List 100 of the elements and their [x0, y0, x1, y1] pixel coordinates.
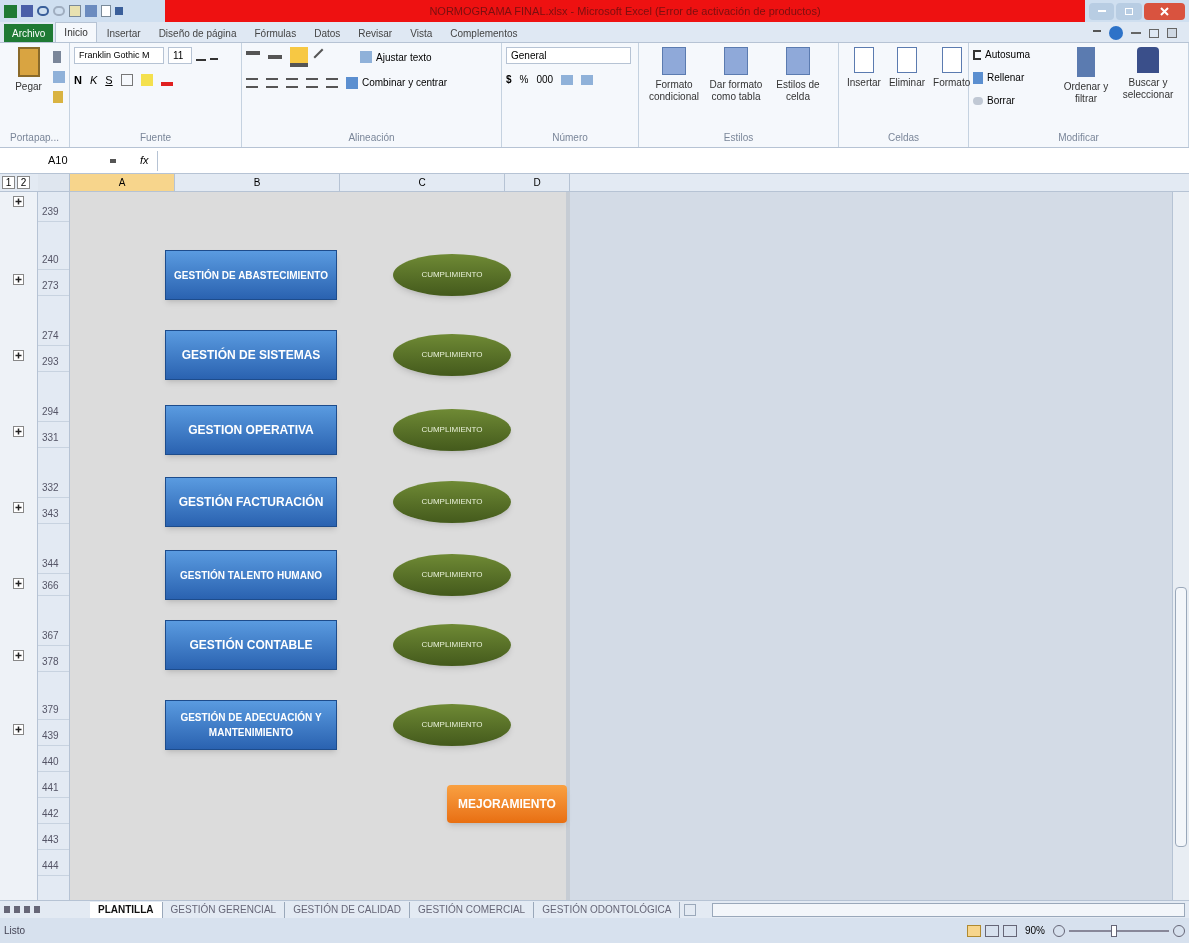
name-box[interactable]: A10	[0, 150, 110, 171]
expand-group-icon[interactable]	[13, 650, 24, 661]
restore-icon	[1149, 28, 1159, 38]
outline-level-button[interactable]: 1	[2, 176, 15, 189]
row-number: 240	[42, 253, 59, 267]
status-button[interactable]: CUMPLIMIENTO	[393, 334, 511, 376]
cells-button[interactable]: Eliminar	[884, 47, 930, 89]
thousands-button[interactable]: 000	[536, 72, 554, 87]
cells-button[interactable]: Formato	[929, 47, 975, 89]
process-button[interactable]: GESTION OPERATIVA	[165, 405, 337, 455]
style-button[interactable]: Formato condicional	[643, 47, 705, 103]
sheet-tab[interactable]: GESTIÓN DE CALIDAD	[285, 901, 410, 918]
ribbon-tab[interactable]: Insertar	[98, 24, 149, 42]
ribbon-tab[interactable]: Archivo	[4, 24, 54, 42]
status-text: Listo	[4, 924, 26, 938]
status-button[interactable]: CUMPLIMIENTO	[393, 554, 511, 596]
expand-group-icon[interactable]	[13, 350, 24, 361]
row-number: 344	[42, 557, 59, 571]
group-label: Modificar	[1057, 131, 1100, 145]
row-number: 294	[42, 405, 59, 419]
status-button[interactable]: CUMPLIMIENTO	[393, 704, 511, 746]
group-label: Fuente	[138, 131, 173, 145]
process-button[interactable]: GESTIÓN DE ADECUACIÓN Y MANTENIMIENTO	[165, 700, 337, 750]
row-number: 367	[42, 629, 59, 643]
bold-button[interactable]: N	[74, 72, 82, 89]
close-button[interactable]	[1143, 2, 1185, 20]
expand-group-icon[interactable]	[13, 724, 24, 735]
process-button[interactable]: GESTIÓN FACTURACIÓN	[165, 477, 337, 527]
ribbon-tab[interactable]: Revisar	[350, 24, 401, 42]
merge-center-button[interactable]: Combinar y centrar	[346, 75, 448, 90]
autosum-button[interactable]: Autosuma	[973, 47, 1055, 62]
sheet-tab[interactable]: PLANTILLA	[90, 901, 163, 918]
row-number: 443	[42, 833, 59, 847]
expand-group-icon[interactable]	[13, 578, 24, 589]
status-button[interactable]: CUMPLIMIENTO	[393, 409, 511, 451]
group-label: Alineación	[347, 131, 396, 145]
font-size-field[interactable]: 11	[168, 47, 192, 64]
status-button[interactable]: CUMPLIMIENTO	[393, 254, 511, 296]
ribbon-tab[interactable]: Inicio	[55, 22, 97, 42]
zoom-level[interactable]: 90%	[1025, 923, 1045, 938]
ribbon-tab[interactable]: Vista	[402, 24, 441, 42]
process-button[interactable]: GESTIÓN DE ABASTECIMIENTO	[165, 250, 337, 300]
process-button[interactable]: GESTIÓN CONTABLE	[165, 620, 337, 670]
group-label: Estilos	[722, 131, 755, 145]
wrap-text-button[interactable]: Ajustar texto	[360, 49, 432, 65]
sheet-tab[interactable]: GESTIÓN ODONTOLÓGICA	[534, 901, 681, 918]
ribbon-tab[interactable]: Datos	[306, 24, 349, 42]
expand-group-icon[interactable]	[13, 426, 24, 437]
column-header[interactable]: B	[175, 174, 340, 191]
row-number: 378	[42, 655, 59, 669]
cells-button[interactable]: Insertar	[843, 47, 885, 89]
row-number: 331	[42, 431, 59, 445]
expand-group-icon[interactable]	[13, 196, 24, 207]
function-label[interactable]: fx	[140, 152, 149, 169]
horizontal-scrollbar[interactable]	[712, 902, 1185, 917]
group-label: Portapap...	[9, 131, 60, 145]
ribbon-tab[interactable]: Complementos	[442, 24, 526, 42]
row-number: 441	[42, 781, 59, 795]
status-button[interactable]: CUMPLIMIENTO	[393, 481, 511, 523]
expand-group-icon[interactable]	[13, 274, 24, 285]
row-number: 332	[42, 481, 59, 495]
italic-button[interactable]: K	[89, 72, 98, 89]
row-number: 439	[42, 729, 59, 743]
font-name-field[interactable]: Franklin Gothic M	[74, 47, 164, 64]
row-number: 343	[42, 507, 59, 521]
underline-button[interactable]: S	[105, 72, 113, 89]
row-number: 442	[42, 807, 59, 821]
row-number: 379	[42, 703, 59, 717]
row-number: 366	[42, 579, 59, 593]
column-header[interactable]: D	[505, 174, 570, 191]
style-button[interactable]: Dar formato como tabla	[705, 47, 767, 103]
group-label: Celdas	[886, 131, 921, 145]
group-label: Número	[551, 131, 589, 145]
process-button[interactable]: GESTIÓN TALENTO HUMANO	[165, 550, 337, 600]
slider-thumb[interactable]	[1111, 924, 1117, 937]
row-number: 444	[42, 859, 59, 873]
find-select-button[interactable]: Buscar y seleccionar	[1117, 47, 1179, 101]
number-format-field[interactable]: General	[506, 47, 631, 64]
clear-button[interactable]: Borrar	[973, 93, 1055, 108]
expand-group-icon[interactable]	[13, 502, 24, 513]
vertical-scrollbar[interactable]	[1172, 192, 1189, 900]
sheet-tab[interactable]: GESTIÓN COMERCIAL	[409, 901, 535, 918]
process-button[interactable]: GESTIÓN DE SISTEMAS	[165, 330, 337, 380]
currency-button[interactable]: $	[506, 72, 512, 87]
column-header[interactable]: A	[70, 174, 175, 191]
outline-level-button[interactable]: 2	[17, 176, 30, 189]
ribbon-tab[interactable]: Diseño de página	[150, 24, 245, 42]
status-button[interactable]: CUMPLIMIENTO	[393, 624, 511, 666]
sheet-tab[interactable]: GESTIÓN GERENCIAL	[162, 901, 286, 918]
sort-filter-button[interactable]: Ordenar y filtrar	[1055, 47, 1117, 105]
row-number: 239	[42, 205, 59, 219]
window-title: NORMOGRAMA FINAL.xlsx - Microsoft Excel (Error de activación de productos)	[429, 3, 821, 19]
row-number: 274	[42, 329, 59, 343]
style-button[interactable]: Estilos de celda	[767, 47, 829, 103]
fill-button[interactable]: Rellenar	[973, 70, 1055, 85]
ribbon-tab[interactable]: Fórmulas	[246, 24, 305, 42]
column-header[interactable]: C	[340, 174, 505, 191]
paste-button[interactable]: Pegar	[4, 47, 53, 93]
zoom-slider[interactable]	[1069, 924, 1169, 937]
percent-button[interactable]: %	[519, 72, 529, 87]
